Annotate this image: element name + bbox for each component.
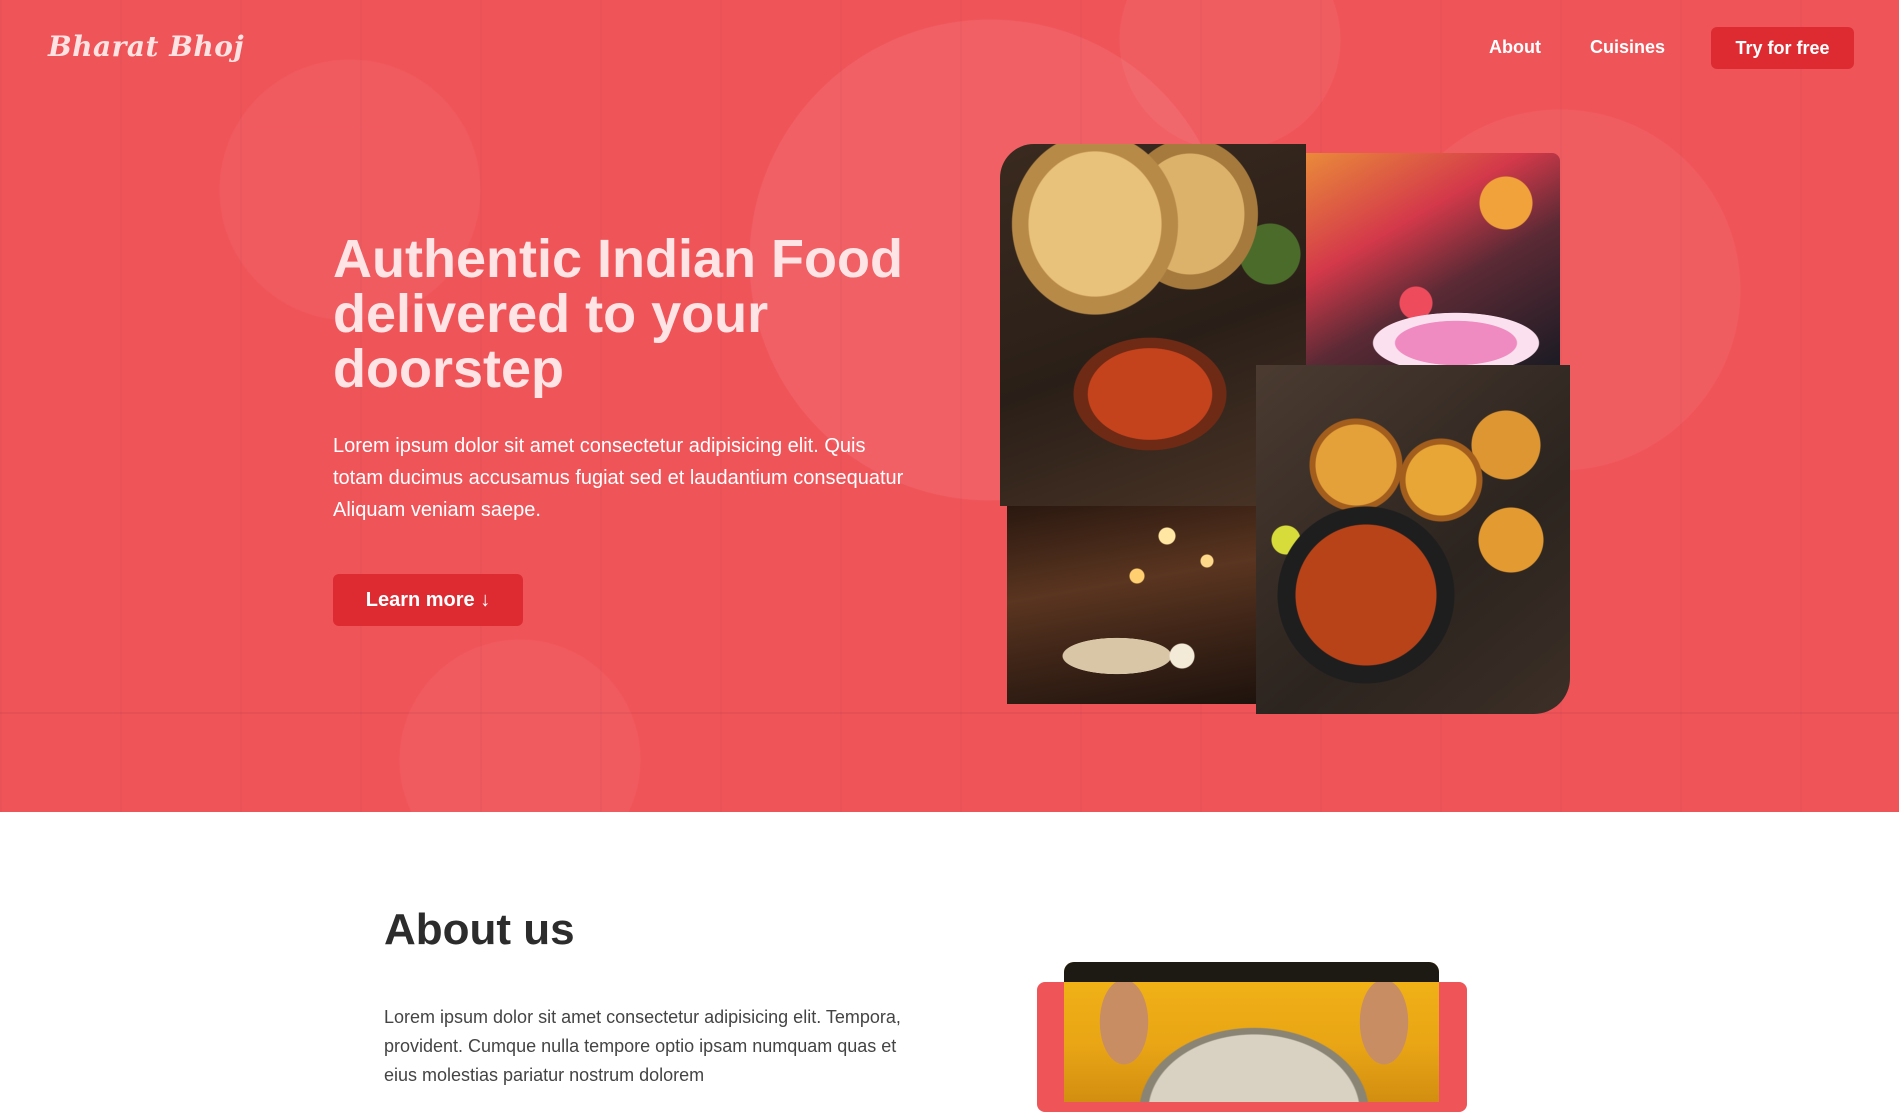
photo-top-edge xyxy=(1064,962,1439,982)
hero-description: Lorem ipsum dolor sit amet consectetur a… xyxy=(333,435,904,521)
brand-logo[interactable]: Bharat Bhoj xyxy=(48,30,244,63)
dinner-table-photo xyxy=(1007,506,1257,704)
nav-link-cuisines[interactable]: Cuisines xyxy=(1590,37,1665,58)
about-title: About us xyxy=(384,905,575,954)
learn-more-button[interactable]: Learn more ↓ xyxy=(333,574,523,626)
hero-background-texture xyxy=(0,0,1899,812)
hero-section: Bharat Bhoj About Cuisines Try for free … xyxy=(0,0,1899,812)
hero-background-divider xyxy=(0,712,1899,714)
sweets-platter-photo xyxy=(1064,962,1439,1102)
try-for-free-button[interactable]: Try for free xyxy=(1711,27,1854,69)
about-description: Lorem ipsum dolor sit amet consectetur a… xyxy=(384,1007,901,1085)
hero-title: Authentic Indian Food delivered to your … xyxy=(333,229,903,399)
pav-bhaji-photo xyxy=(1256,365,1570,714)
festive-sweets-photo xyxy=(1306,153,1560,365)
nav-link-about[interactable]: About xyxy=(1489,37,1541,58)
